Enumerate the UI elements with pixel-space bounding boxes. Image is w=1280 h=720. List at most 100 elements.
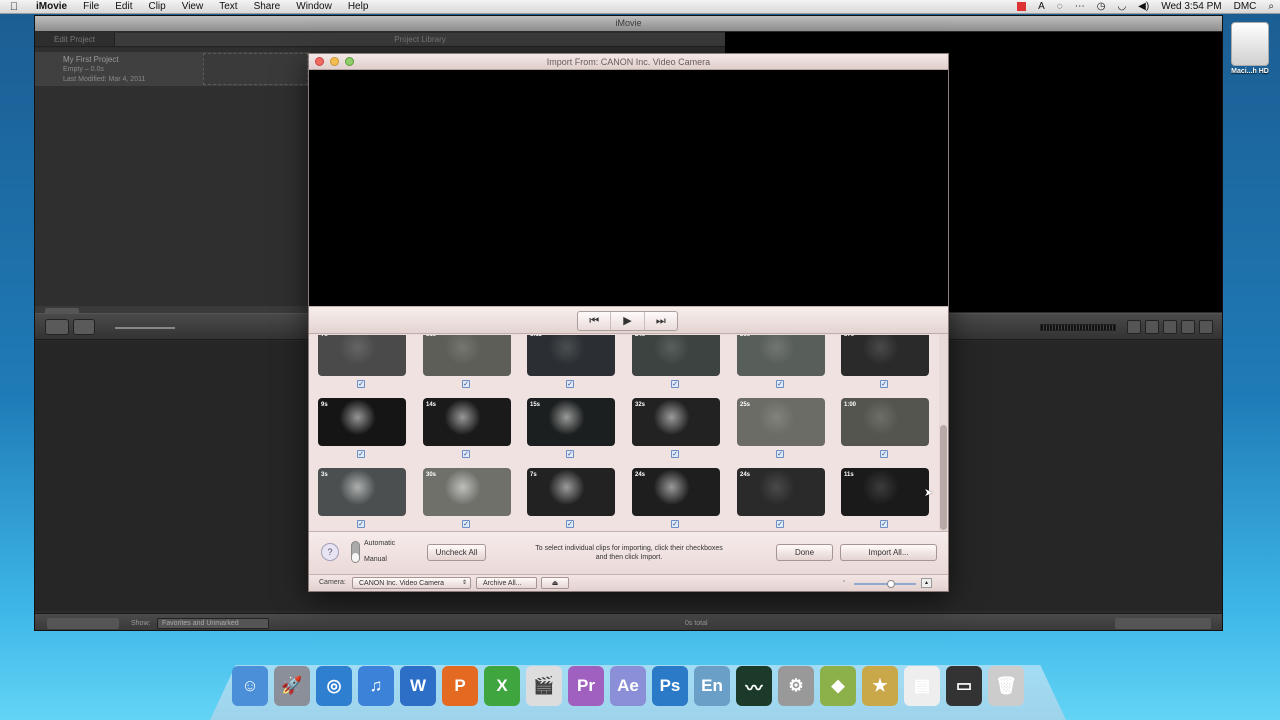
import-all-button[interactable]: Import All...	[840, 544, 937, 561]
minimize-window-button[interactable]	[330, 57, 339, 66]
premiere-icon[interactable]: Pr	[568, 666, 604, 706]
menu-help[interactable]: Help	[340, 1, 377, 12]
manual-option[interactable]: Manual	[364, 556, 387, 563]
clip-checkbox[interactable]: ✓	[671, 380, 679, 388]
time-machine-icon[interactable]: ◷	[1091, 1, 1112, 12]
photoshop-icon[interactable]: Ps	[652, 666, 688, 706]
clip-thumbnail[interactable]: 7s	[527, 468, 615, 516]
clip-size-slider[interactable]	[854, 583, 916, 585]
clip-grid-scrollbar[interactable]	[939, 335, 948, 531]
clip-thumbnail[interactable]: 1:00	[841, 398, 929, 446]
powerpoint-icon[interactable]: P	[442, 666, 478, 706]
browser-zoom-slider[interactable]	[1115, 618, 1211, 629]
clip-checkbox[interactable]: ✓	[671, 450, 679, 458]
thumbnail-size-slider[interactable]	[115, 327, 175, 329]
clip-checkbox[interactable]: ✓	[671, 520, 679, 528]
clip-checkbox[interactable]: ✓	[776, 520, 784, 528]
photo-icon[interactable]	[1145, 320, 1159, 334]
clip-checkbox[interactable]: ✓	[462, 450, 470, 458]
clip-thumbnail[interactable]: 7s	[318, 335, 406, 376]
clip-checkbox[interactable]: ✓	[776, 450, 784, 458]
menu-text[interactable]: Text	[211, 1, 245, 12]
clip-checkbox[interactable]: ✓	[462, 520, 470, 528]
clip-checkbox[interactable]: ✓	[566, 380, 574, 388]
clip-checkbox[interactable]: ✓	[357, 380, 365, 388]
camera-select[interactable]: CANON Inc. Video Camera ⇕	[352, 577, 471, 589]
menu-edit[interactable]: Edit	[107, 1, 140, 12]
wifi-icon[interactable]: ◡	[1111, 1, 1132, 12]
clip-checkbox[interactable]: ✓	[880, 380, 888, 388]
clip-thumbnail[interactable]: 14s	[423, 398, 511, 446]
clip-thumbnail[interactable]: 37s	[841, 335, 929, 376]
event-view-buttons[interactable]	[47, 618, 119, 629]
recording-status-icon[interactable]	[1017, 2, 1027, 11]
automatic-manual-switch[interactable]	[351, 541, 360, 563]
imovie-star-icon[interactable]: ★	[862, 666, 898, 706]
clip-checkbox[interactable]: ✓	[880, 520, 888, 528]
title-icon[interactable]	[1163, 320, 1177, 334]
clip-thumbnail[interactable]: 26s	[737, 335, 825, 376]
clip-thumbnail[interactable]: 30s	[423, 468, 511, 516]
clip-thumbnail[interactable]: 9s	[318, 398, 406, 446]
clip-checkbox[interactable]: ✓	[566, 520, 574, 528]
menu-file[interactable]: File	[75, 1, 107, 12]
done-button[interactable]: Done	[776, 544, 833, 561]
camera-import-button[interactable]	[45, 319, 69, 335]
previous-clip-button[interactable]: ⏮	[578, 312, 612, 330]
menu-view[interactable]: View	[174, 1, 212, 12]
word-icon[interactable]: W	[400, 666, 436, 706]
menu-share[interactable]: Share	[246, 1, 289, 12]
clip-thumbnail[interactable]: 24s	[632, 335, 720, 376]
trash-icon[interactable]: 🗑	[988, 666, 1024, 706]
clip-checkbox[interactable]: ✓	[357, 450, 365, 458]
finder-icon[interactable]: ☺	[232, 666, 268, 706]
menu-clip[interactable]: Clip	[140, 1, 173, 12]
settings-gear-icon[interactable]: ⚙	[778, 666, 814, 706]
edit-project-button[interactable]: Edit Project	[35, 33, 115, 46]
automatic-option[interactable]: Automatic	[364, 540, 395, 547]
archive-all-button[interactable]: Archive All...	[476, 577, 537, 589]
bluetooth-status-icon[interactable]: ⋯	[1069, 1, 1091, 12]
menubar-clock[interactable]: Wed 3:54 PM	[1155, 1, 1227, 12]
clip-checkbox[interactable]: ✓	[566, 450, 574, 458]
music-icon[interactable]	[1127, 320, 1141, 334]
downloads-icon[interactable]: ▭	[946, 666, 982, 706]
clip-thumbnail[interactable]: 24s	[737, 468, 825, 516]
hard-drive[interactable]: Maci...h HD	[1230, 22, 1270, 75]
volume-icon[interactable]: ◀)	[1132, 1, 1155, 12]
map-icon[interactable]	[1199, 320, 1213, 334]
menu-window[interactable]: Window	[288, 1, 340, 12]
encore-icon[interactable]: En	[694, 666, 730, 706]
clip-thumbnail[interactable]: 1:15	[527, 335, 615, 376]
clip-checkbox[interactable]: ✓	[880, 450, 888, 458]
grapher-icon[interactable]: ◆	[820, 666, 856, 706]
clip-thumbnail[interactable]: 51s	[423, 335, 511, 376]
close-window-button[interactable]	[315, 57, 324, 66]
clip-thumbnail[interactable]: 24s	[632, 468, 720, 516]
clip-thumbnail[interactable]: 25s	[737, 398, 825, 446]
clip-size-slider-knob[interactable]	[887, 580, 895, 588]
clip-thumbnail[interactable]: 32s	[632, 398, 720, 446]
zoom-window-button[interactable]	[345, 57, 354, 66]
play-button[interactable]: ▶	[611, 312, 645, 330]
scrollbar-thumb[interactable]	[940, 425, 947, 530]
menu-imovie[interactable]: iMovie	[28, 1, 75, 12]
clip-checkbox[interactable]: ✓	[357, 520, 365, 528]
documents-folder-icon[interactable]: ▤	[904, 666, 940, 706]
adobe-status-icon[interactable]: A	[1032, 1, 1051, 12]
apple-menu-icon[interactable]: 	[0, 1, 28, 13]
fcp-clapper-icon[interactable]: 🎬	[526, 666, 562, 706]
clip-thumbnail[interactable]: 3s	[318, 468, 406, 516]
safari-icon[interactable]: ◎	[316, 666, 352, 706]
transition-icon[interactable]	[1181, 320, 1195, 334]
swap-events-button[interactable]	[73, 319, 95, 335]
next-clip-button[interactable]: ⏭	[645, 312, 677, 330]
clip-checkbox[interactable]: ✓	[776, 380, 784, 388]
launchpad-icon[interactable]: 🚀	[274, 666, 310, 706]
show-filter-select[interactable]: Favorites and Unmarked	[157, 618, 269, 629]
project-thumbnail[interactable]	[203, 53, 308, 85]
help-button[interactable]: ?	[321, 543, 339, 561]
menubar-user[interactable]: DMC	[1228, 1, 1263, 12]
clip-thumbnail[interactable]: 11s	[841, 468, 929, 516]
eject-button[interactable]: ⏏	[541, 577, 569, 589]
